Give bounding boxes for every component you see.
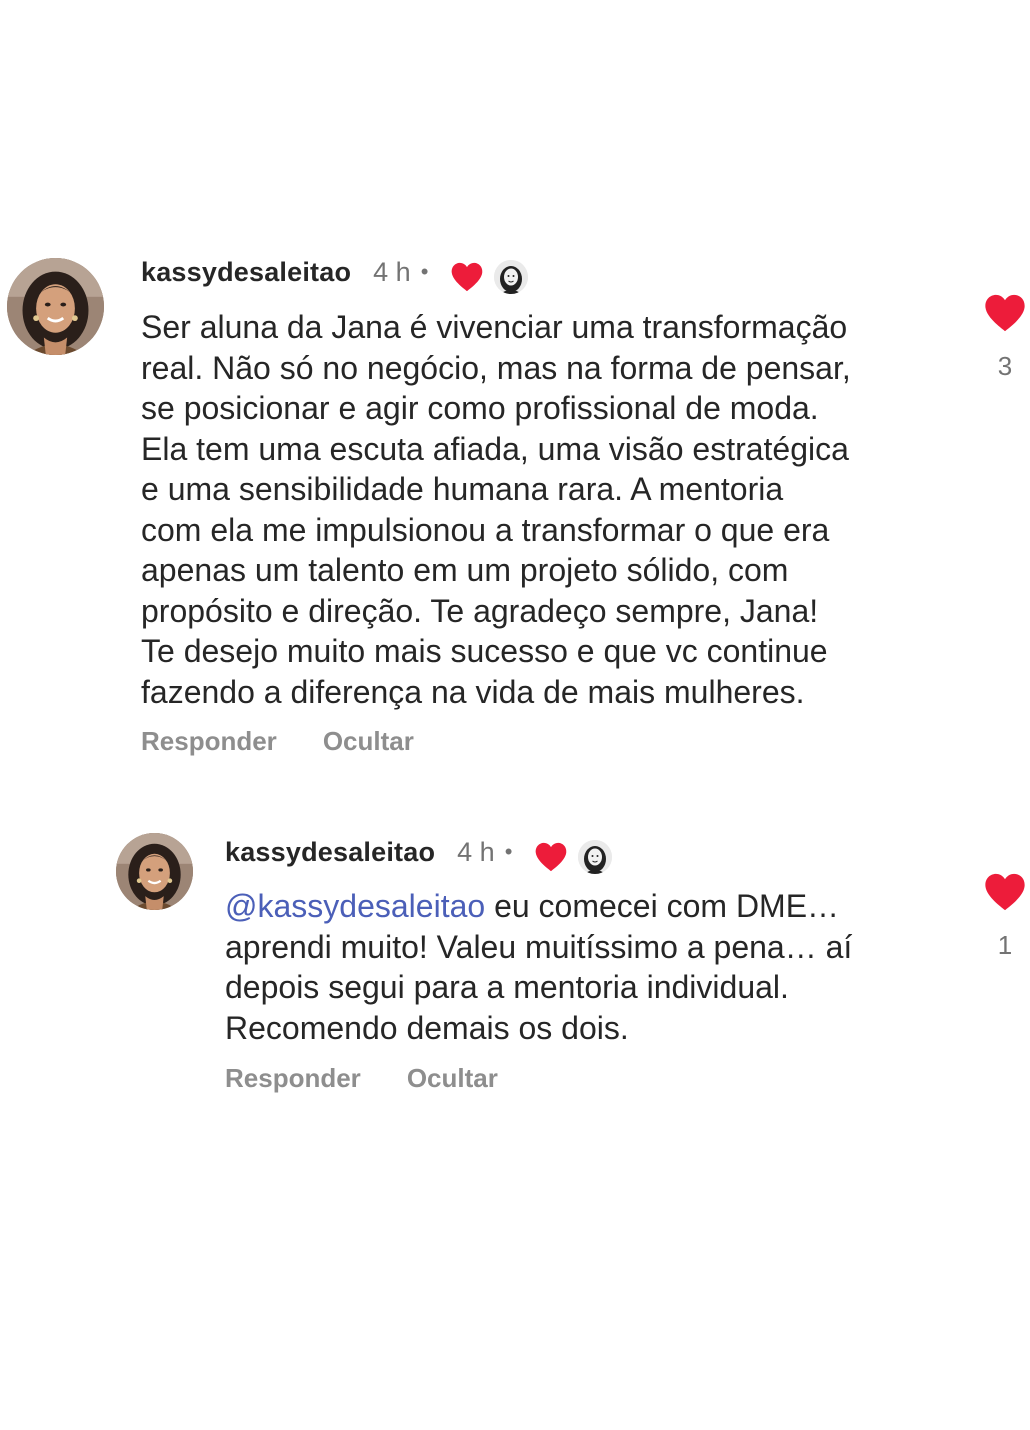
comment-header: kassydesaleitao 4 h • — [141, 250, 529, 294]
creator-heart-icon — [534, 840, 568, 874]
avatar-image — [116, 833, 193, 910]
reply-button[interactable]: Responder — [225, 1063, 361, 1094]
comment-actions: Responder Ocultar — [141, 726, 414, 757]
like-count: 3 — [997, 351, 1013, 381]
timestamp: 4 h — [373, 256, 411, 287]
heart-filled-icon — [983, 872, 1027, 912]
comment-text: Ser aluna da Jana é vivenciar uma transf… — [141, 309, 851, 710]
like-button[interactable]: 1 — [981, 872, 1029, 961]
creator-heart-icon — [450, 260, 484, 294]
comment-header: kassydesaleitao 4 h • — [225, 830, 613, 874]
username[interactable]: kassydesaleitao — [225, 837, 435, 868]
comment-actions: Responder Ocultar — [225, 1063, 498, 1094]
mention-link[interactable]: @kassydesaleitao — [225, 888, 485, 924]
avatar[interactable] — [116, 833, 193, 910]
reply-button[interactable]: Responder — [141, 726, 277, 757]
hide-button[interactable]: Ocultar — [407, 1063, 498, 1094]
creator-avatar — [578, 840, 613, 874]
hide-button[interactable]: Ocultar — [323, 726, 414, 757]
avatar[interactable] — [7, 258, 104, 355]
comment-text: @kassydesaleitao eu comecei com DME… apr… — [225, 886, 945, 1048]
like-count: 1 — [997, 930, 1013, 960]
creator-avatar — [494, 260, 529, 294]
timestamp: 4 h — [457, 836, 495, 867]
separator-dot: • — [420, 259, 429, 284]
like-button[interactable]: 3 — [981, 293, 1029, 382]
username[interactable]: kassydesaleitao — [141, 257, 351, 288]
heart-filled-icon — [983, 293, 1027, 333]
separator-dot: • — [504, 839, 513, 864]
avatar-image — [7, 258, 104, 355]
